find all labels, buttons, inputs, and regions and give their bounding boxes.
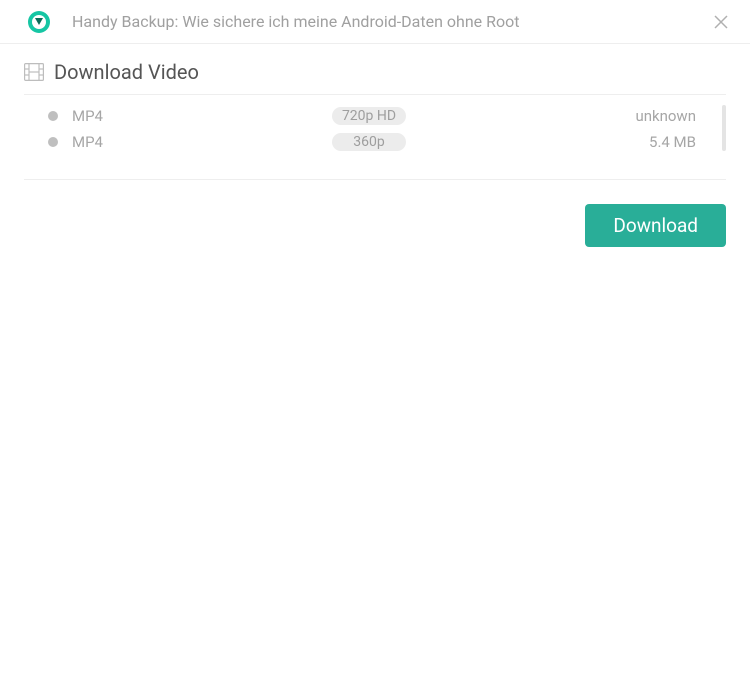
section-header: Download Video xyxy=(24,60,726,95)
window-title: Handy Backup: Wie sichere ich meine Andr… xyxy=(72,12,712,31)
format-row[interactable]: MP4 720p HD unknown xyxy=(24,103,726,129)
format-label: MP4 xyxy=(72,133,332,151)
app-icon xyxy=(28,11,50,33)
size-label: unknown xyxy=(635,107,726,125)
section-title: Download Video xyxy=(54,60,199,84)
format-list: MP4 720p HD unknown MP4 360p 5.4 MB xyxy=(24,103,726,155)
close-icon[interactable] xyxy=(712,13,730,31)
download-video-section: Download Video MP4 720p HD unknown MP4 3… xyxy=(24,60,726,180)
video-icon xyxy=(24,63,44,81)
size-label: 5.4 MB xyxy=(636,133,726,151)
scrollbar[interactable] xyxy=(722,105,726,151)
format-label: MP4 xyxy=(72,107,332,125)
footer: Download xyxy=(0,180,750,247)
quality-badge: 720p HD xyxy=(332,107,406,125)
header: Handy Backup: Wie sichere ich meine Andr… xyxy=(0,0,750,44)
radio-icon[interactable] xyxy=(48,137,58,147)
quality-badge: 360p xyxy=(332,133,406,151)
download-button[interactable]: Download xyxy=(585,204,726,247)
format-row[interactable]: MP4 360p 5.4 MB xyxy=(24,129,726,155)
radio-icon[interactable] xyxy=(48,111,58,121)
